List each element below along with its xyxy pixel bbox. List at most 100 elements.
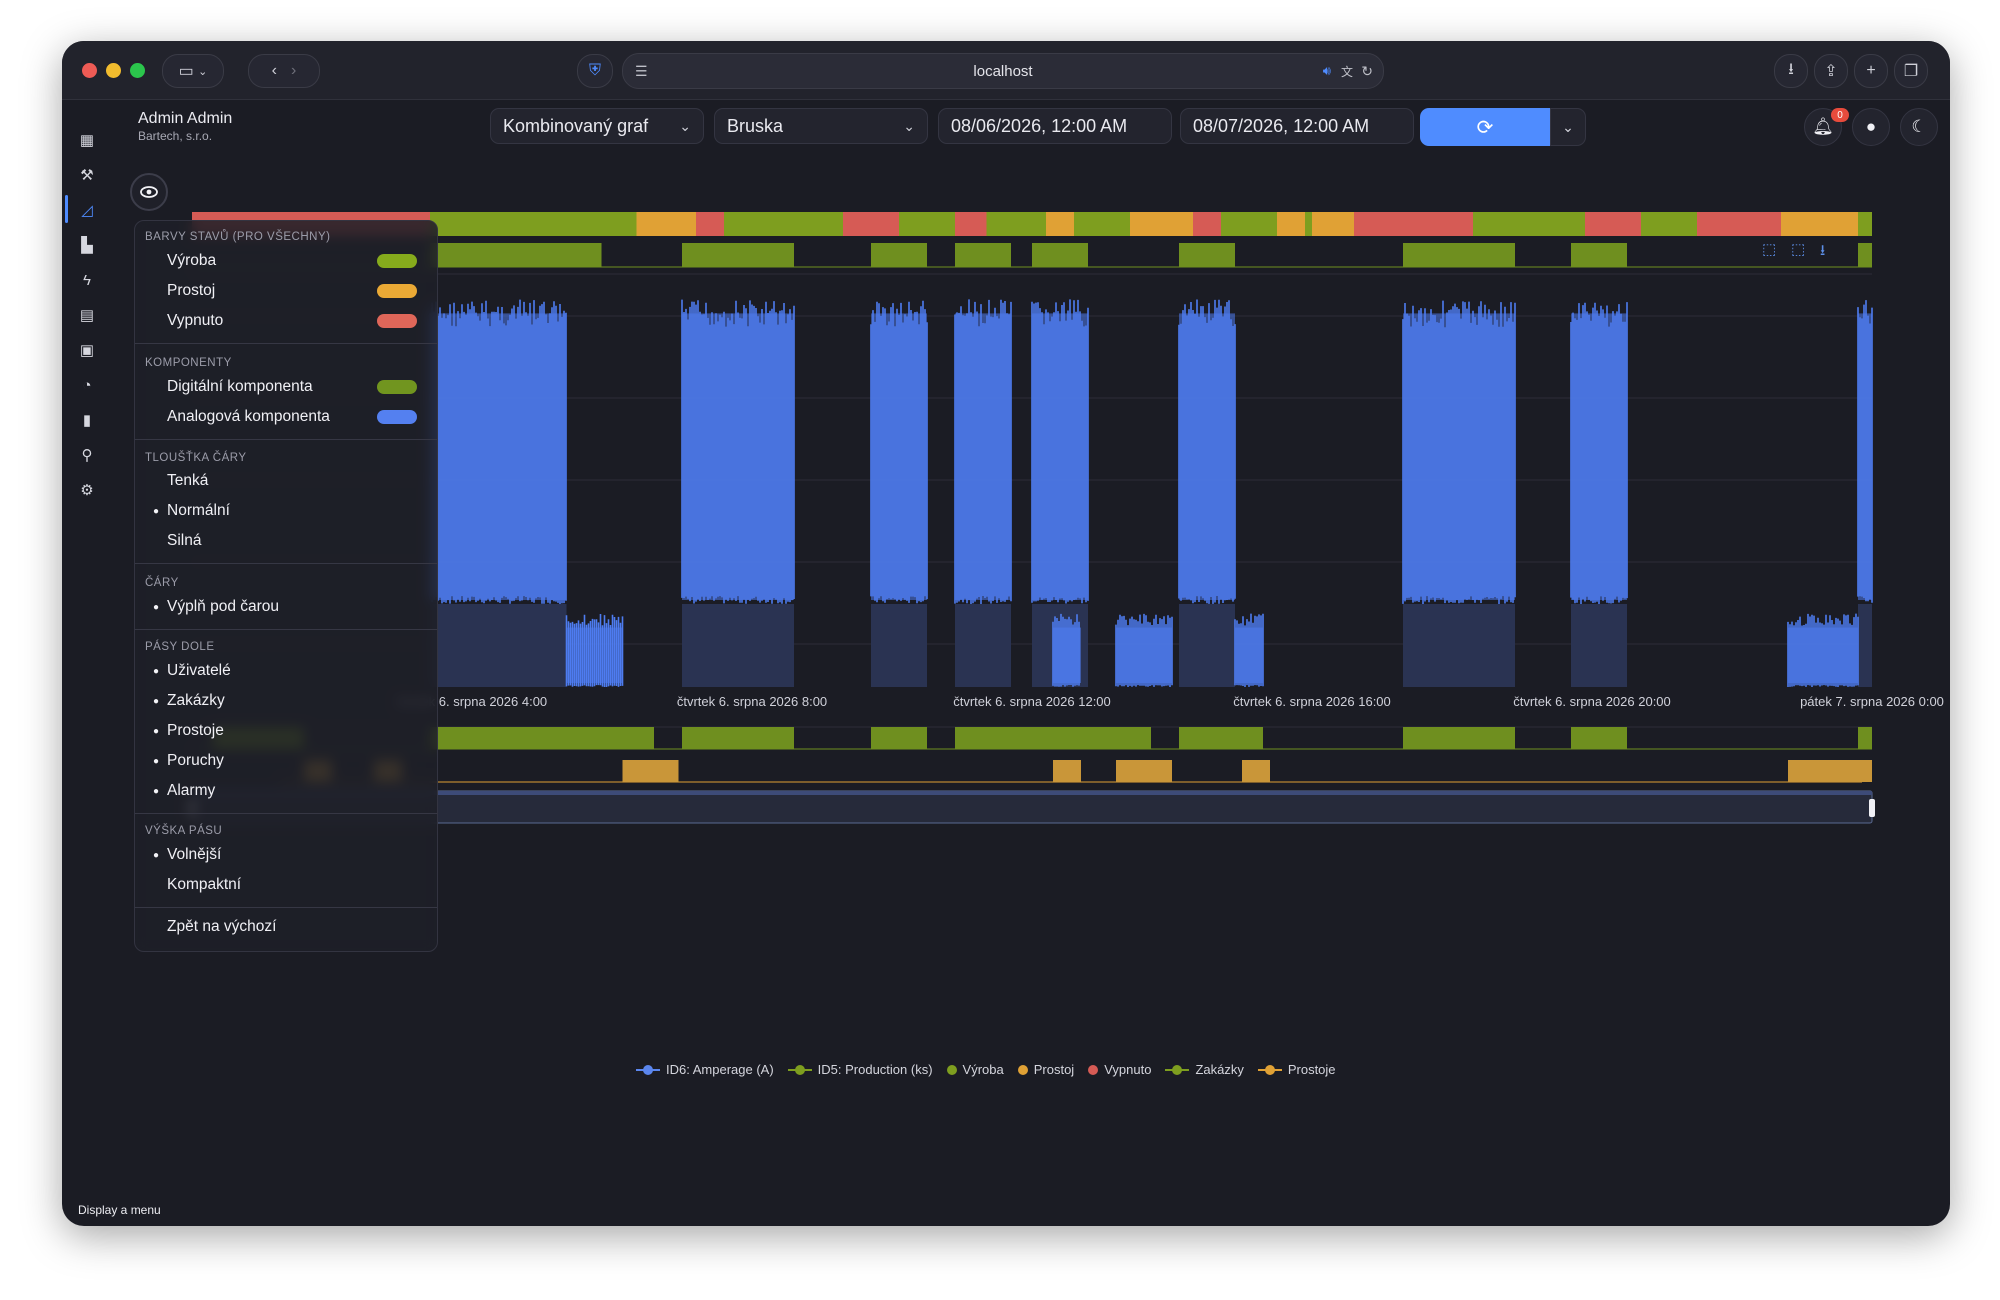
state-band — [192, 212, 1872, 236]
state-segment-vypnuto — [1585, 212, 1641, 236]
menu-section-band-height: VÝŠKA PÁSU — [145, 825, 223, 837]
selected-bullet-icon: ● — [152, 755, 160, 767]
menu-item-fill-under-line[interactable]: ● Výplň pod čarou — [145, 593, 427, 621]
legend-item-prostoj[interactable]: Prostoj — [1017, 1062, 1075, 1077]
legend-label: ID5: Production (ks) — [817, 1062, 933, 1077]
production-block — [1571, 243, 1627, 267]
color-swatch-vypnuto[interactable] — [377, 314, 417, 328]
legend-item-vypnuto[interactable]: Vypnuto — [1088, 1062, 1151, 1077]
zoom-slider-bar — [192, 791, 1872, 795]
menu-divider — [135, 439, 437, 440]
legend-marker — [787, 1064, 812, 1075]
amperage-low-burst-core — [1235, 627, 1263, 683]
amperage-burst-core — [1403, 313, 1515, 600]
x-tick-label: čtvrtek 6. srpna 2026 12:00 — [953, 694, 1111, 709]
menu-section-lines: ČÁRY — [145, 577, 179, 589]
legend-label: Prostoj — [1033, 1062, 1075, 1077]
menu-item-alarms[interactable]: ● Alarmy — [145, 777, 427, 805]
state-segment-prostoj — [636, 212, 696, 236]
state-segment-vyroba — [1074, 212, 1130, 236]
state-segment-vyroba — [1858, 212, 1872, 236]
menu-item-users[interactable]: ● Uživatelé — [145, 657, 427, 685]
legend-marker — [946, 1064, 957, 1075]
menu-item-loose[interactable]: ● Volnější — [145, 841, 427, 869]
state-segment-vyroba — [899, 212, 955, 236]
menu-item-prostoj[interactable]: Prostoj — [145, 277, 427, 305]
amperage-fill — [1571, 604, 1627, 687]
menu-item-label: Poruchy — [167, 752, 224, 769]
state-segment-vyroba — [724, 212, 843, 236]
menu-item-vyroba[interactable]: Výroba — [145, 247, 427, 275]
state-segment-vyroba — [1305, 212, 1312, 236]
order-block — [1179, 727, 1263, 749]
selected-bullet-icon: ● — [152, 505, 160, 517]
amperage-low-burst-core — [1788, 627, 1858, 683]
color-swatch-digital[interactable] — [377, 380, 417, 394]
amperage-fill — [955, 604, 1011, 687]
x-tick-label: čtvrtek 6. srpna 2026 20:00 — [1513, 694, 1671, 709]
menu-item-downtimes[interactable]: ● Prostoje — [145, 717, 427, 745]
menu-item-label: Výroba — [167, 252, 217, 269]
legend-item-production[interactable]: ID5: Production (ks) — [787, 1062, 933, 1077]
x-axis: čtvrtek 6. srpna 2026 4:00 čtvrtek 6. srp… — [397, 694, 1944, 709]
state-segment-vyroba — [986, 212, 1046, 236]
menu-item-analog[interactable]: Analogová komponenta — [145, 403, 427, 431]
color-swatch-prostoj[interactable] — [377, 284, 417, 298]
menu-item-reset[interactable]: Zpět na výchozí — [145, 913, 427, 941]
menu-item-vypnuto[interactable]: Vypnuto — [145, 307, 427, 335]
menu-item-label: Volnější — [167, 846, 222, 863]
chart-legend: ID6: Amperage (A) ID5: Production (ks) V… — [636, 1062, 1336, 1077]
legend-item-zakazky[interactable]: Zakázky — [1165, 1062, 1244, 1077]
legend-marker — [1165, 1064, 1190, 1075]
amperage-fill — [1858, 604, 1872, 687]
downtime-block — [622, 760, 679, 782]
legend-item-amperage[interactable]: ID6: Amperage (A) — [636, 1062, 774, 1077]
production-block — [1403, 243, 1515, 267]
legend-marker — [636, 1064, 660, 1075]
x-tick-label: čtvrtek 6. srpna 2026 16:00 — [1233, 694, 1391, 709]
menu-divider — [135, 813, 437, 814]
menu-divider — [135, 907, 437, 908]
state-segment-vyroba — [1641, 212, 1697, 236]
amperage-burst-core — [1179, 313, 1235, 600]
menu-item-digital[interactable]: Digitální komponenta — [145, 373, 427, 401]
state-segment-vyroba — [1221, 212, 1277, 236]
menu-item-strong[interactable]: Silná — [145, 527, 427, 555]
menu-item-label: Zakázky — [167, 692, 225, 709]
menu-item-failures[interactable]: ● Poruchy — [145, 747, 427, 775]
menu-divider — [135, 563, 437, 564]
order-block — [955, 727, 1151, 749]
menu-item-normal[interactable]: ● Normální — [145, 497, 427, 525]
menu-item-thin[interactable]: Tenká — [145, 467, 427, 495]
legend-marker — [1017, 1064, 1028, 1075]
menu-divider — [135, 629, 437, 630]
amperage-burst-core — [871, 313, 927, 600]
order-block — [682, 727, 794, 749]
amperage-fill — [430, 604, 567, 687]
menu-item-label: Kompaktní — [167, 876, 242, 893]
legend-item-prostoje[interactable]: Prostoje — [1257, 1062, 1336, 1077]
color-swatch-analog[interactable] — [377, 410, 417, 424]
color-swatch-vyroba[interactable] — [377, 254, 417, 268]
selected-bullet-icon: ● — [152, 849, 160, 861]
selected-bullet-icon: ● — [152, 725, 160, 737]
amperage-fill — [871, 604, 927, 687]
amperage-burst-core — [1858, 313, 1872, 600]
legend-marker — [1088, 1064, 1099, 1075]
amperage-fill — [682, 604, 794, 687]
amperage-low-burst-core — [566, 627, 623, 683]
state-segment-vypnuto — [696, 212, 724, 236]
legend-label: Zakázky — [1195, 1062, 1244, 1077]
amperage-fill — [1403, 604, 1515, 687]
menu-item-orders[interactable]: ● Zakázky — [145, 687, 427, 715]
menu-item-label: Tenká — [167, 472, 209, 489]
menu-item-compact[interactable]: Kompaktní — [145, 871, 427, 899]
production-block — [1858, 243, 1872, 267]
legend-label: Výroba — [962, 1062, 1004, 1077]
amperage-burst-core — [955, 313, 1011, 600]
x-tick-label: čtvrtek 6. srpna 2026 8:00 — [677, 694, 827, 709]
selected-bullet-icon: ● — [152, 785, 160, 797]
order-block — [871, 727, 927, 749]
state-segment-vypnuto — [955, 212, 987, 236]
legend-item-vyroba[interactable]: Výroba — [946, 1062, 1004, 1077]
